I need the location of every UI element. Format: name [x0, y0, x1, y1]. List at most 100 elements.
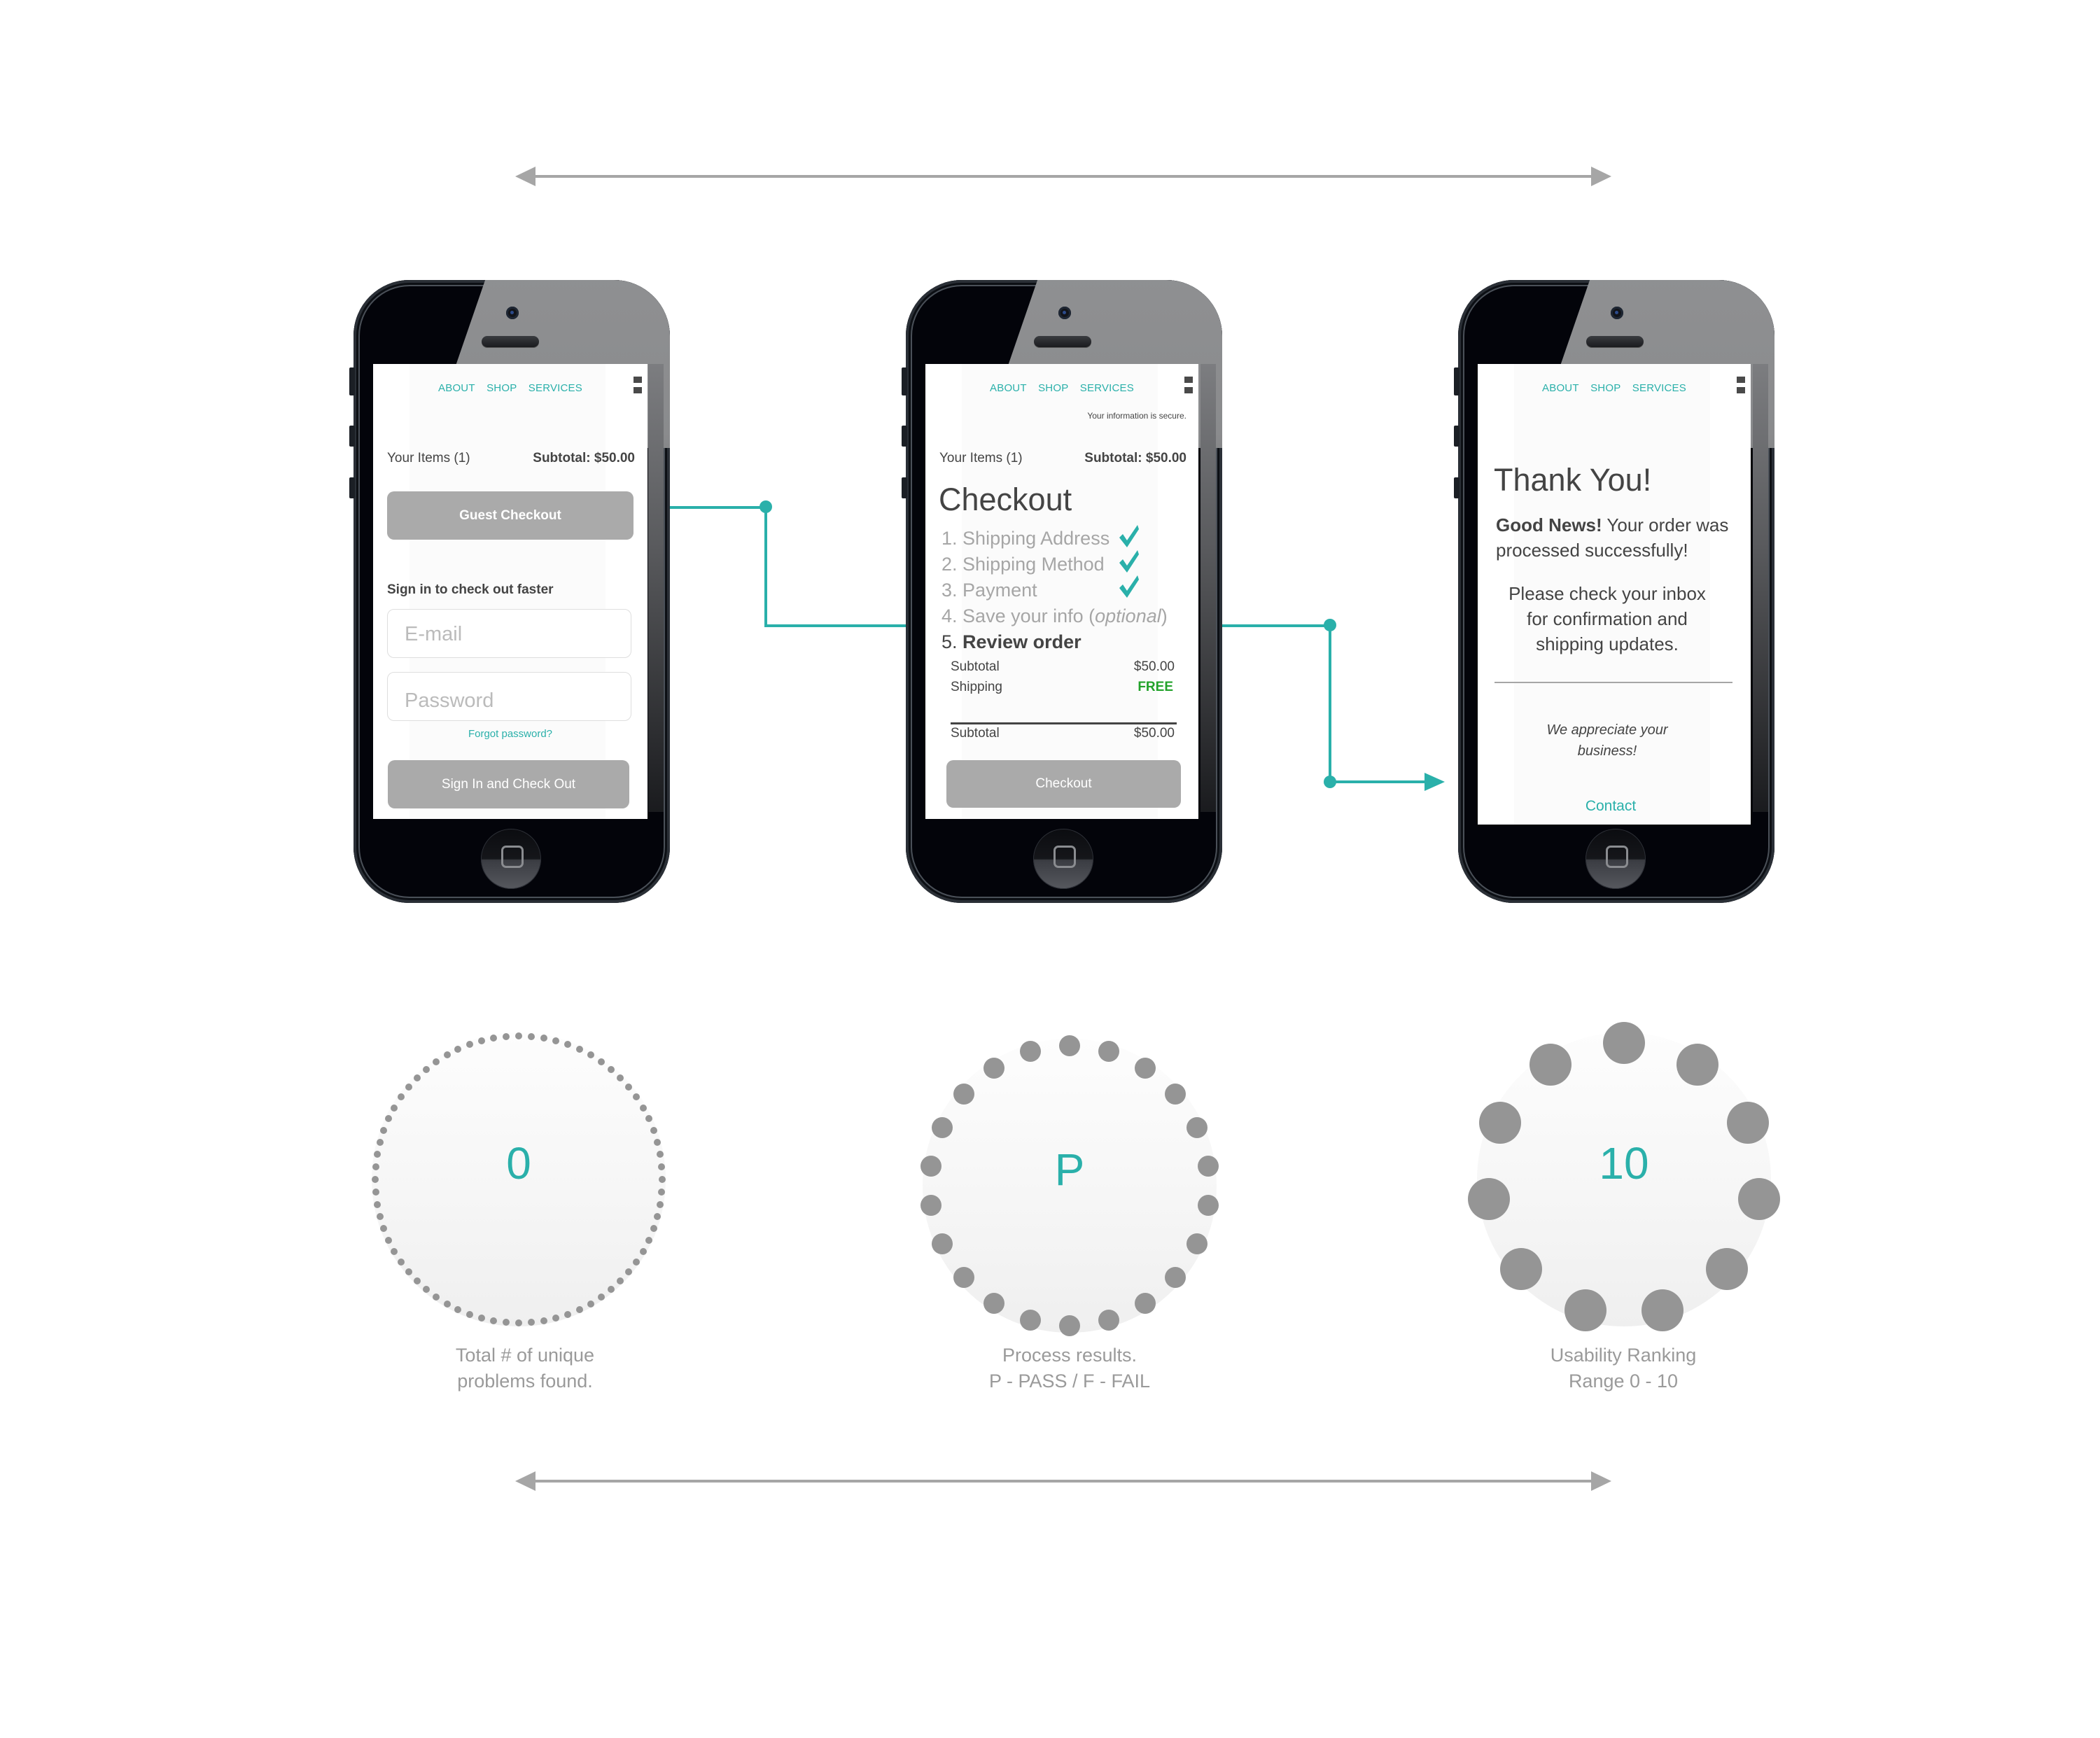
ring-dot	[1197, 1195, 1219, 1217]
items-count: Your Items (1)	[387, 451, 470, 465]
ring-dot	[385, 1236, 393, 1244]
top-double-arrow	[515, 167, 1611, 186]
ring-dot	[1564, 1289, 1607, 1332]
signin-checkout-button[interactable]: Sign In and Check Out	[388, 760, 629, 808]
nav-services[interactable]: SERVICES	[1080, 382, 1134, 394]
ring-dot	[625, 1268, 633, 1275]
volume-down-button	[1454, 477, 1460, 498]
metric-caption-problems: Total # of unique problems found.	[350, 1343, 700, 1394]
nav-about[interactable]: ABOUT	[438, 382, 475, 394]
password-field[interactable]: Password	[387, 672, 631, 721]
step-shipping-address[interactable]: 1. Shipping Address	[941, 528, 1194, 554]
step-payment[interactable]: 3. Payment	[941, 580, 1194, 605]
shipping-free-badge: FREE	[1138, 680, 1173, 694]
guest-checkout-button[interactable]: Guest Checkout	[387, 491, 634, 540]
menu-icon[interactable]	[634, 377, 642, 396]
ring-dot	[1019, 1309, 1041, 1331]
ring-dot	[1706, 1247, 1749, 1290]
home-button	[481, 829, 541, 889]
ring-dot	[372, 1163, 379, 1171]
ring-dot	[587, 1051, 594, 1059]
step-review-order[interactable]: 5. Review order	[941, 631, 1194, 657]
ring-dot	[650, 1126, 657, 1134]
ring-dot	[503, 1032, 510, 1040]
step-shipping-method[interactable]: 2. Shipping Method	[941, 554, 1194, 580]
ring-dot	[552, 1315, 560, 1322]
ring-dot	[454, 1046, 462, 1053]
ring-dot	[659, 1176, 666, 1183]
summary-shipping-label: Shipping	[951, 680, 1002, 694]
home-button	[1586, 829, 1646, 889]
caption-line: Total # of unique	[455, 1345, 595, 1366]
connector-node	[760, 500, 772, 513]
summary-subtotal-label: Subtotal	[951, 659, 1000, 674]
volume-up-button	[902, 426, 907, 447]
email-field[interactable]: E-mail	[387, 609, 631, 658]
ring-dot	[1186, 1116, 1208, 1138]
caption-line: P - PASS / F - FAIL	[988, 1371, 1151, 1392]
divider	[1494, 682, 1732, 683]
ring-dot	[385, 1115, 393, 1123]
ring-dot	[405, 1268, 412, 1275]
ring-dot	[1468, 1177, 1510, 1220]
ring-dot	[374, 1200, 382, 1208]
bottom-arrow-right-head	[1591, 1471, 1611, 1491]
ring-dot	[1738, 1177, 1780, 1220]
phone-side-gloss	[1753, 364, 1768, 812]
menu-icon[interactable]	[1184, 377, 1193, 396]
ring-dot	[477, 1315, 485, 1322]
caption-line: Usability Ranking	[1550, 1345, 1697, 1366]
ring-dot	[645, 1236, 652, 1244]
camera-icon	[1611, 307, 1623, 319]
connector-node	[1324, 776, 1336, 788]
step-save-info[interactable]: 4. Save your info (optional)	[941, 605, 1194, 631]
ring-dot	[575, 1305, 583, 1313]
ring-dot	[575, 1046, 583, 1053]
connector-node	[1324, 619, 1336, 631]
volume-down-button	[349, 477, 355, 498]
phone-side-gloss	[648, 364, 664, 812]
ring-dot	[983, 1057, 1004, 1079]
total-value: $50.00	[1133, 726, 1175, 741]
top-nav: ABOUT SHOP SERVICES	[925, 382, 1198, 394]
nav-about[interactable]: ABOUT	[990, 382, 1027, 394]
top-arrow-left-head	[515, 167, 536, 186]
nav-services[interactable]: SERVICES	[1632, 382, 1686, 394]
ring-dot	[433, 1058, 440, 1066]
forgot-password-link[interactable]: Forgot password?	[373, 728, 648, 740]
ring-dot	[616, 1277, 624, 1284]
checkmark-icon	[1119, 525, 1139, 547]
menu-icon[interactable]	[1737, 377, 1745, 396]
speaker-grille	[1034, 336, 1091, 347]
checkout-button[interactable]: Checkout	[946, 760, 1181, 808]
camera-icon	[1058, 307, 1071, 319]
ring-dot	[650, 1225, 657, 1233]
nav-shop[interactable]: SHOP	[486, 382, 517, 394]
ring-dot	[398, 1258, 405, 1266]
nav-about[interactable]: ABOUT	[1542, 382, 1579, 394]
metric-caption-usability: Usability Ranking Range 0 - 10	[1448, 1343, 1798, 1394]
screen-checkout-review: ABOUT SHOP SERVICES Your information is …	[925, 364, 1198, 819]
phone-checkout-review: ABOUT SHOP SERVICES Your information is …	[902, 280, 1222, 903]
ring-dot	[433, 1293, 440, 1301]
ring-dot	[1059, 1315, 1080, 1336]
ring-dot	[515, 1032, 522, 1039]
summary-divider	[951, 722, 1177, 724]
nav-services[interactable]: SERVICES	[528, 382, 582, 394]
items-count: Your Items (1)	[939, 451, 1023, 465]
ring-dot	[443, 1051, 451, 1059]
top-nav: ABOUT SHOP SERVICES	[373, 382, 648, 394]
ring-dot	[443, 1300, 451, 1308]
nav-shop[interactable]: SHOP	[1038, 382, 1068, 394]
ring-dot	[527, 1319, 535, 1326]
ring-dot	[1186, 1233, 1208, 1255]
contact-link[interactable]: Contact	[1478, 798, 1744, 815]
thank-you-title: Thank You!	[1494, 462, 1652, 498]
caption-line: problems found.	[457, 1371, 593, 1392]
caption-line: Process results.	[1002, 1345, 1138, 1366]
ring-dot	[372, 1176, 379, 1183]
ring-dot	[645, 1115, 652, 1123]
ring-dot	[552, 1037, 560, 1044]
nav-shop[interactable]: SHOP	[1590, 382, 1620, 394]
ring-dot	[564, 1041, 572, 1049]
